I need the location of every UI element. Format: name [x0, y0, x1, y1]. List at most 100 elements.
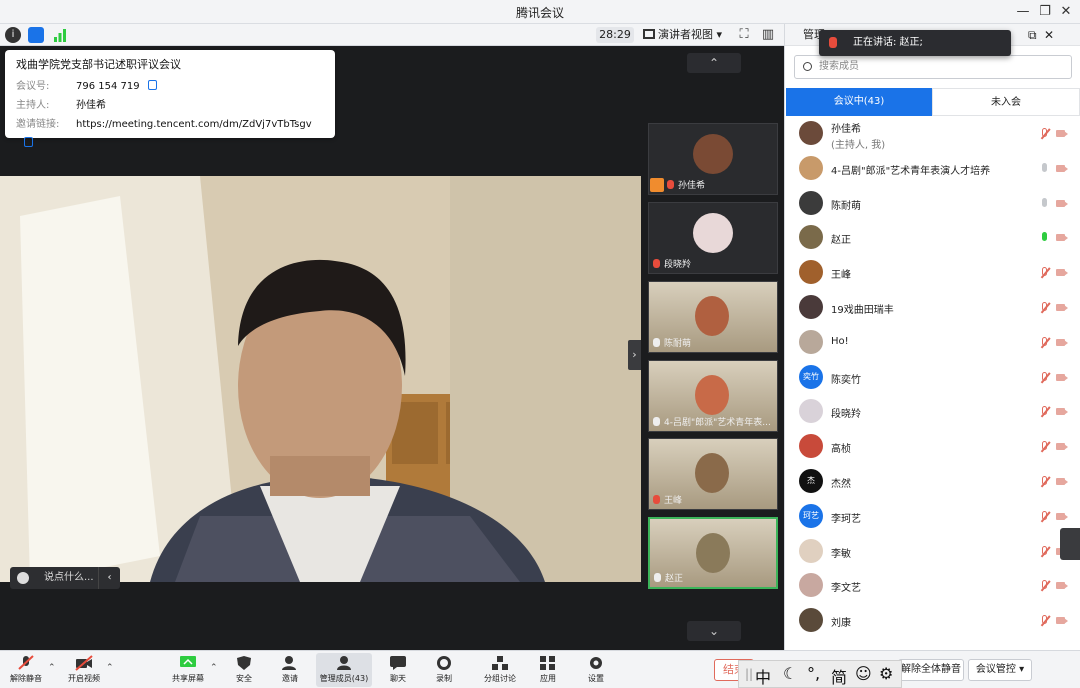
gallery-tile[interactable]: 王峰	[648, 438, 778, 510]
camera-off-icon[interactable]	[1056, 163, 1068, 174]
camera-off-icon[interactable]	[1056, 372, 1068, 383]
mic-muted-icon[interactable]	[1039, 371, 1051, 383]
camera-off-icon[interactable]	[1056, 302, 1068, 313]
maximize-button[interactable]: ❐	[1036, 3, 1054, 21]
member-row[interactable]: 赵正	[785, 220, 1080, 255]
member-row[interactable]: 4-吕剧"郎派"艺术青年表演人才培养	[785, 151, 1080, 186]
collapse-gallery-button[interactable]: ›	[628, 340, 641, 370]
meeting-control-dropdown[interactable]: 会议管控 ▾	[968, 659, 1032, 681]
apps-button[interactable]: 应用	[530, 653, 566, 687]
share-screen-icon	[180, 656, 196, 667]
camera-off-icon[interactable]	[1056, 615, 1068, 626]
minimize-button[interactable]: —	[1014, 3, 1032, 21]
member-row[interactable]: 李文艺	[785, 568, 1080, 603]
mic-muted-icon[interactable]	[1039, 128, 1051, 139]
mic-muted-icon[interactable]	[1039, 336, 1051, 348]
mic-muted-icon[interactable]	[1039, 301, 1051, 313]
camera-off-icon[interactable]	[1056, 441, 1068, 452]
member-row[interactable]: 刘康	[785, 603, 1080, 638]
mic-muted-icon[interactable]	[1039, 475, 1051, 487]
shield-icon	[237, 656, 251, 670]
member-name: 4-吕剧"郎派"艺术青年表演人才培养	[831, 162, 990, 177]
gallery-up-button[interactable]: ⌃	[687, 53, 741, 73]
mic-icon[interactable]	[1039, 162, 1051, 174]
side-drawer-tab[interactable]	[1060, 528, 1080, 560]
camera-off-icon[interactable]	[1056, 198, 1068, 209]
share-screen-button[interactable]: 共享屏幕	[168, 653, 208, 687]
camera-off-icon[interactable]	[1056, 511, 1068, 522]
camera-off-icon[interactable]	[1056, 128, 1068, 139]
member-row[interactable]: Ho!	[785, 325, 1080, 360]
chat-button[interactable]: 聊天	[380, 653, 416, 687]
invite-button[interactable]: 邀请	[272, 653, 308, 687]
copy-icon[interactable]	[147, 80, 157, 90]
share-options-caret[interactable]: ⌃	[210, 663, 218, 673]
gallery-tile[interactable]: 赵正	[648, 517, 778, 589]
gallery-tile[interactable]: 孙佳希	[648, 123, 778, 195]
mic-muted-icon[interactable]	[1039, 441, 1051, 452]
member-row[interactable]: 段晓羚	[785, 394, 1080, 429]
security-button[interactable]: 安全	[226, 653, 262, 687]
shield-icon[interactable]	[28, 27, 44, 43]
video-options-caret[interactable]: ⌃	[106, 663, 114, 673]
chat-quick-input[interactable]: 说点什么... ‹	[10, 567, 120, 589]
info-icon[interactable]: i	[5, 27, 21, 43]
gallery-tile[interactable]: 陈耐萌	[648, 281, 778, 353]
mic-muted-icon[interactable]	[1039, 510, 1051, 522]
close-panel-icon[interactable]: ✕	[1044, 24, 1054, 46]
ime-settings-icon[interactable]: ⚙	[879, 664, 893, 683]
member-row[interactable]: 高桢	[785, 429, 1080, 464]
ime-punct[interactable]: °,	[807, 664, 820, 683]
chevron-left-icon[interactable]: ‹	[98, 567, 120, 589]
invite-link-value[interactable]: https://meeting.tencent.com/dm/ZdVj7vTbT…	[76, 119, 312, 130]
emoji-icon[interactable]	[17, 572, 29, 584]
fullscreen-icon[interactable]: ⛶	[735, 26, 753, 44]
mic-muted-icon[interactable]	[1039, 267, 1051, 278]
manage-members-button[interactable]: 管理成员(43)	[316, 653, 372, 687]
mic-icon[interactable]	[1039, 197, 1051, 209]
settings-button[interactable]: 设置	[578, 653, 614, 687]
copy-link-icon[interactable]	[24, 137, 33, 147]
popout-icon[interactable]: ⧉	[1028, 24, 1037, 46]
mic-muted-icon[interactable]	[1039, 406, 1051, 417]
start-video-button[interactable]: 开启视频	[64, 653, 104, 687]
sidebar-toggle-icon[interactable]: ▥	[759, 26, 777, 44]
member-row[interactable]: 王峰	[785, 255, 1080, 290]
gallery-down-button[interactable]: ⌄	[687, 621, 741, 641]
signal-icon[interactable]	[52, 27, 68, 43]
tab-not-joined[interactable]: 未入会	[932, 88, 1080, 116]
moon-icon[interactable]: ☾	[783, 664, 797, 683]
ime-handle[interactable]: ||	[745, 667, 753, 681]
smile-icon[interactable]: ☺	[855, 664, 872, 683]
audio-options-caret[interactable]: ⌃	[48, 663, 56, 673]
unmute-button[interactable]: 解除静音	[6, 653, 46, 687]
unmute-all-button[interactable]: 解除全体静音	[898, 659, 964, 681]
member-row[interactable]: 珂艺 李珂艺	[785, 499, 1080, 534]
camera-off-icon[interactable]	[1056, 337, 1068, 348]
mic-muted-icon[interactable]	[1039, 545, 1051, 557]
member-row[interactable]: 李敏	[785, 534, 1080, 569]
mic-icon[interactable]	[1039, 232, 1051, 243]
camera-off-icon[interactable]	[1056, 476, 1068, 487]
camera-off-icon[interactable]	[1056, 267, 1068, 278]
member-row[interactable]: 杰杰然	[785, 464, 1080, 499]
member-row[interactable]: 奕竹 陈奕竹	[785, 360, 1080, 395]
gallery-tile[interactable]: 段晓羚	[648, 202, 778, 274]
ime-lang[interactable]: 中	[755, 664, 771, 688]
member-search-input[interactable]: 搜索成员	[794, 55, 1072, 79]
view-mode-dropdown[interactable]: 演讲者视图 ▾	[643, 26, 727, 44]
gallery-tile[interactable]: 4-吕剧"郎派"艺术青年表...	[648, 360, 778, 432]
member-row[interactable]: 19戏曲田瑞丰	[785, 290, 1080, 325]
mic-muted-icon[interactable]	[1039, 580, 1051, 591]
member-row[interactable]: 孙佳希 (主持人, 我)	[785, 116, 1080, 151]
ime-mode[interactable]: 简	[831, 664, 847, 688]
record-button[interactable]: 录制	[426, 653, 462, 687]
mic-muted-icon[interactable]	[1039, 615, 1051, 626]
breakout-button[interactable]: 分组讨论	[480, 653, 520, 687]
close-window-button[interactable]: ✕	[1057, 3, 1075, 21]
member-row[interactable]: 陈耐萌	[785, 186, 1080, 221]
tab-in-meeting[interactable]: 会议中(43)	[786, 88, 932, 116]
camera-off-icon[interactable]	[1056, 232, 1068, 243]
camera-off-icon[interactable]	[1056, 406, 1068, 417]
camera-off-icon[interactable]	[1056, 580, 1068, 591]
